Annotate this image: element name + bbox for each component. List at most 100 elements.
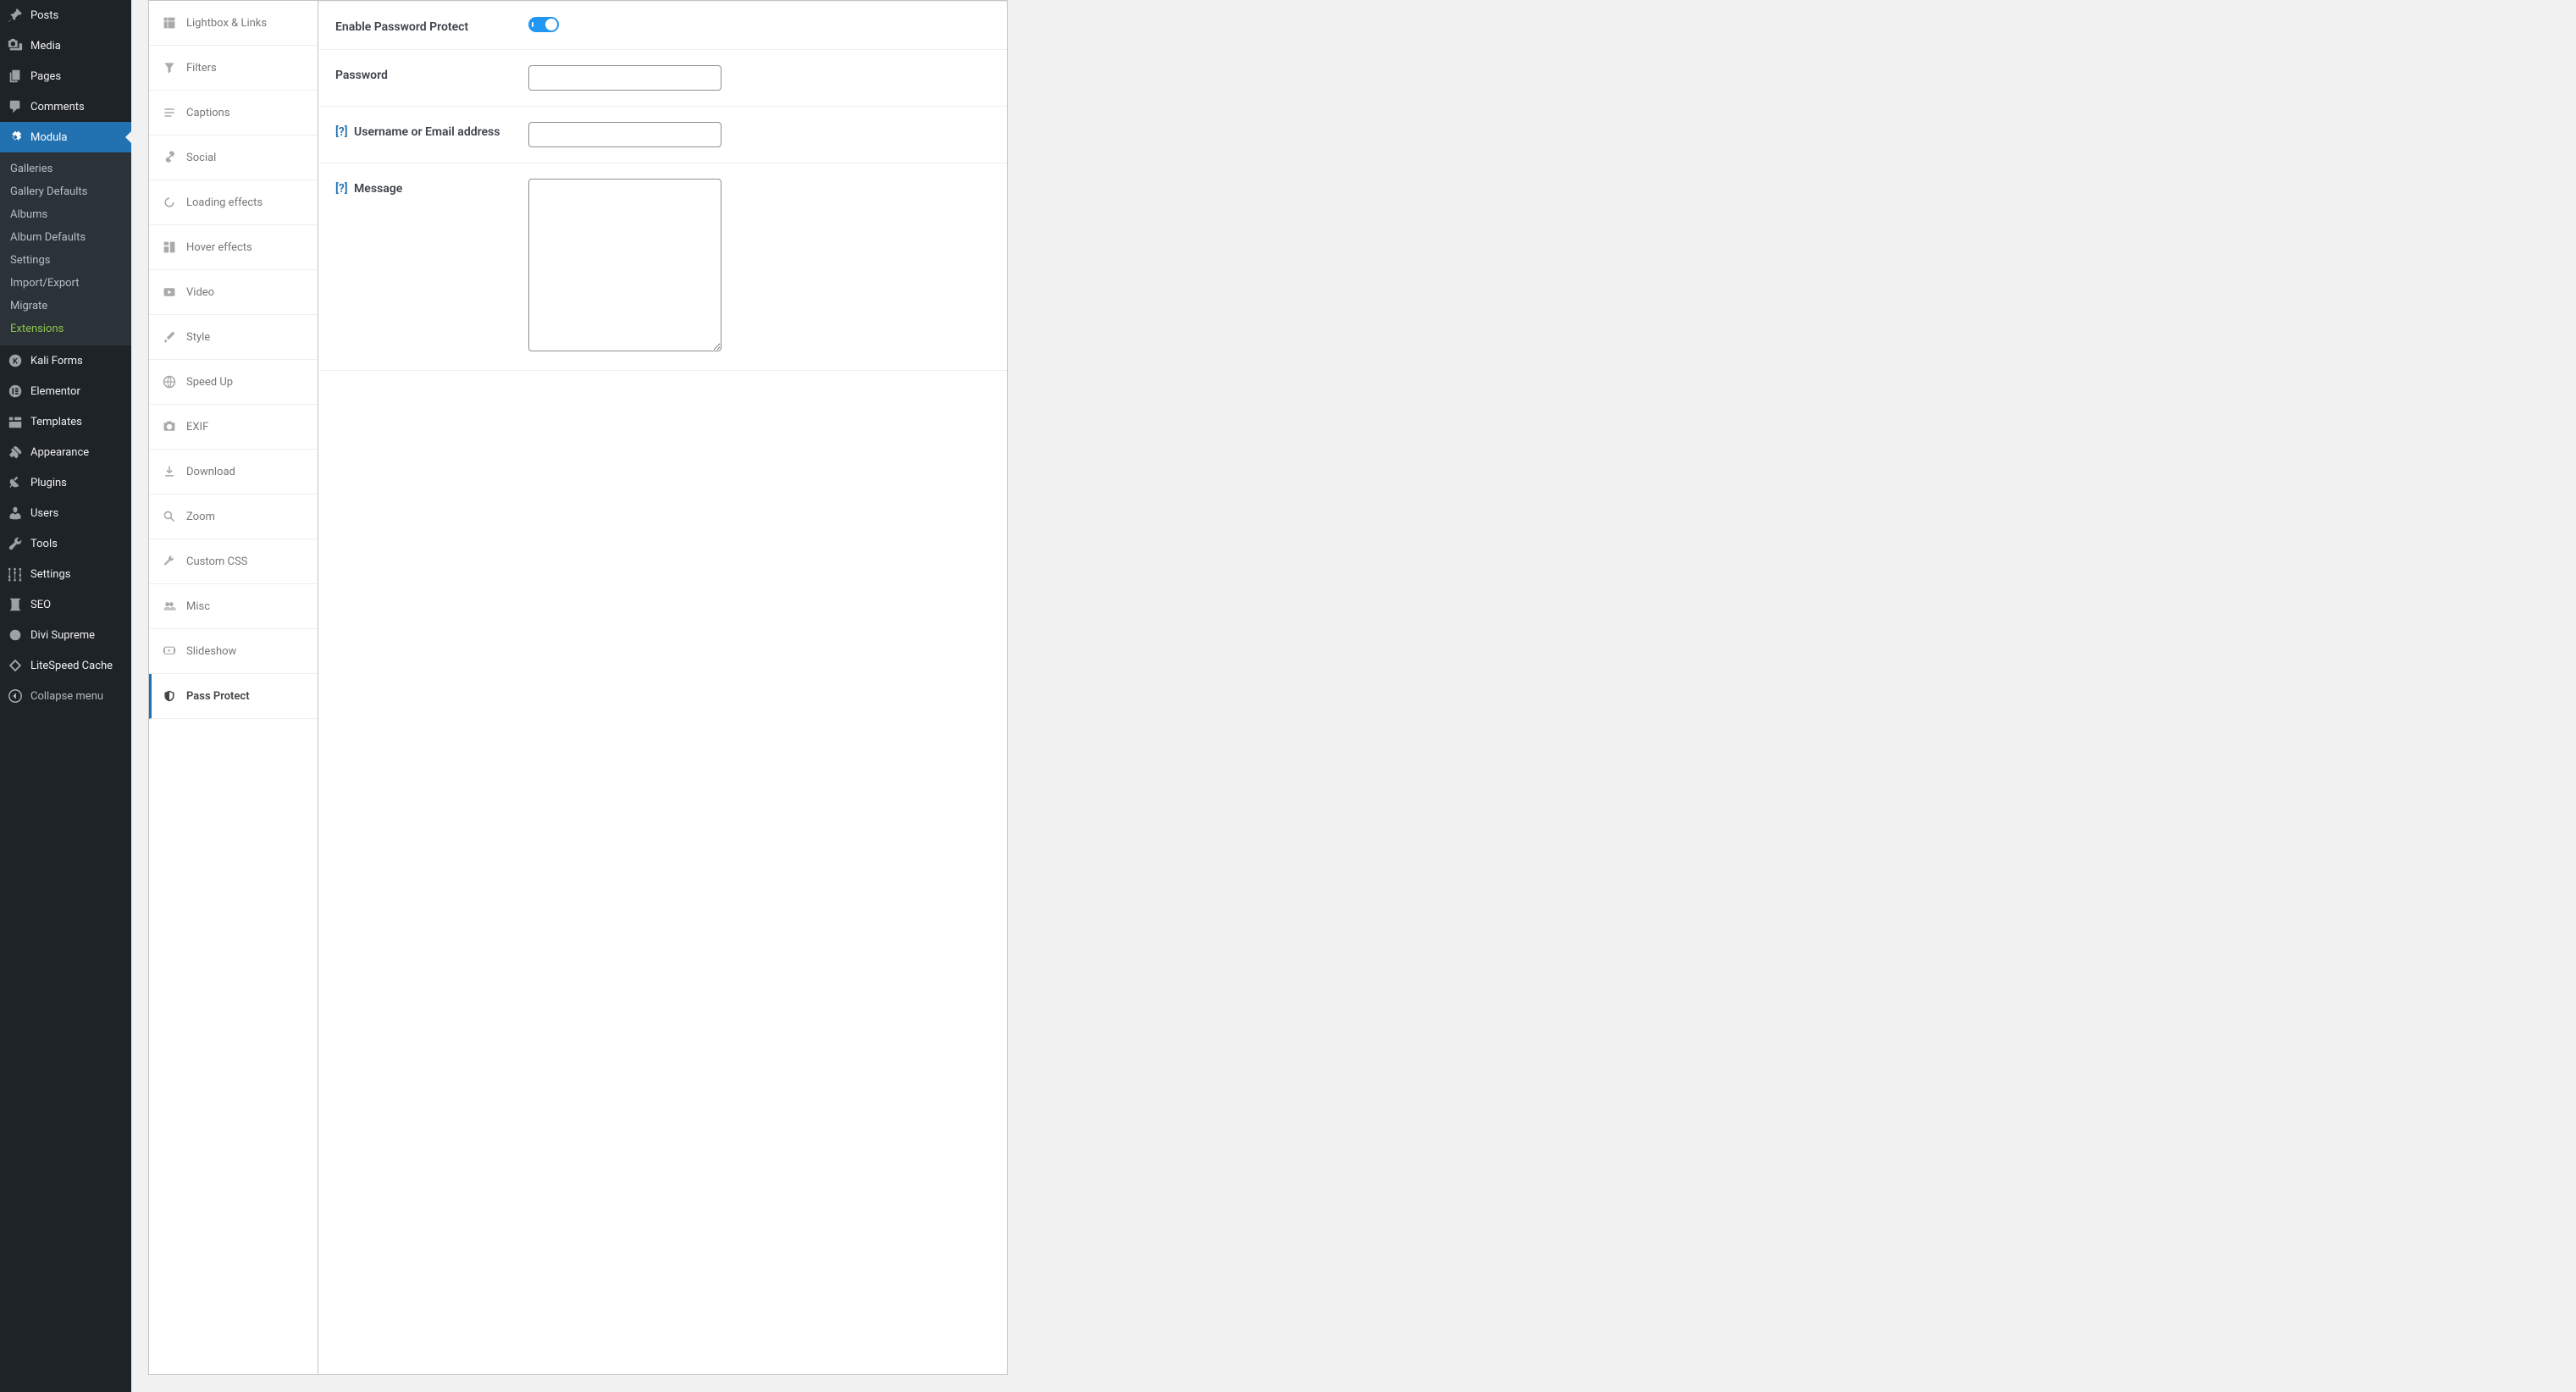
menu-label: Modula: [30, 131, 68, 144]
submenu-extensions[interactable]: Extensions: [0, 318, 131, 340]
submenu-album-defaults[interactable]: Album Defaults: [0, 226, 131, 249]
submenu-import-export[interactable]: Import/Export: [0, 272, 131, 295]
globe-icon: [161, 373, 178, 390]
tab-label: Style: [186, 331, 210, 344]
menu-elementor[interactable]: Elementor: [0, 376, 131, 406]
label-username: Username or Email address: [354, 125, 500, 139]
menu-label: Templates: [30, 416, 82, 428]
tab-exif[interactable]: EXIF: [149, 405, 318, 450]
tab-label: Custom CSS: [186, 555, 247, 568]
submenu-settings[interactable]: Settings: [0, 249, 131, 272]
menu-posts[interactable]: Posts: [0, 0, 131, 30]
tab-pass-protect[interactable]: Pass Protect: [149, 674, 318, 719]
menu-label: Media: [30, 40, 61, 52]
modula-submenu: Galleries Gallery Defaults Albums Album …: [0, 152, 131, 345]
sliders-icon: [7, 566, 24, 583]
collapse-icon: [7, 688, 24, 704]
tab-loading-effects[interactable]: Loading effects: [149, 180, 318, 225]
menu-label: Appearance: [30, 446, 89, 459]
search-icon: [161, 508, 178, 525]
help-message[interactable]: [?]: [335, 182, 348, 196]
menu-pages[interactable]: Pages: [0, 61, 131, 91]
menu-users[interactable]: Users: [0, 498, 131, 528]
tab-label: Lightbox & Links: [186, 17, 267, 30]
tab-label: Slideshow: [186, 645, 236, 658]
submenu-migrate[interactable]: Migrate: [0, 295, 131, 318]
seo-icon: [7, 596, 24, 613]
menu-litespeed[interactable]: LiteSpeed Cache: [0, 650, 131, 681]
help-username[interactable]: [?]: [335, 125, 348, 139]
slideshow-icon: [161, 643, 178, 660]
tab-filters[interactable]: Filters: [149, 46, 318, 91]
comment-icon: [7, 98, 24, 115]
svg-text:K: K: [13, 358, 18, 367]
menu-kali-forms[interactable]: K Kali Forms: [0, 345, 131, 376]
tab-label: Zoom: [186, 511, 215, 523]
tab-zoom[interactable]: Zoom: [149, 494, 318, 539]
refresh-icon: [161, 194, 178, 211]
elementor-icon: [7, 383, 24, 400]
media-icon: [7, 37, 24, 54]
menu-divi-supreme[interactable]: Divi Supreme: [0, 620, 131, 650]
tab-custom-css[interactable]: Custom CSS: [149, 539, 318, 584]
wrench-icon: [161, 553, 178, 570]
menu-media[interactable]: Media: [0, 30, 131, 61]
lines-icon: [161, 104, 178, 121]
brush-icon: [7, 444, 24, 461]
collapse-menu[interactable]: Collapse menu: [0, 681, 131, 711]
menu-tools[interactable]: Tools: [0, 528, 131, 559]
menu-label: LiteSpeed Cache: [30, 660, 113, 672]
toggle-enable-password-protect[interactable]: [528, 17, 559, 32]
submenu-gallery-defaults[interactable]: Gallery Defaults: [0, 180, 131, 203]
menu-label: Elementor: [30, 385, 80, 398]
row-username: [?] Username or Email address: [318, 107, 1007, 163]
tab-label: Captions: [186, 107, 230, 119]
tab-slideshow[interactable]: Slideshow: [149, 629, 318, 674]
tab-misc[interactable]: Misc: [149, 584, 318, 629]
menu-templates[interactable]: Templates: [0, 406, 131, 437]
play-icon: [161, 284, 178, 301]
tab-hover-effects[interactable]: Hover effects: [149, 225, 318, 270]
tab-video[interactable]: Video: [149, 270, 318, 315]
menu-label: Plugins: [30, 477, 67, 489]
tab-download[interactable]: Download: [149, 450, 318, 494]
menu-seo[interactable]: SEO: [0, 589, 131, 620]
tab-captions[interactable]: Captions: [149, 91, 318, 135]
tab-label: Social: [186, 152, 216, 164]
wrench-icon: [7, 535, 24, 552]
menu-settings[interactable]: Settings: [0, 559, 131, 589]
menu-label: Posts: [30, 9, 58, 22]
menu-comments[interactable]: Comments: [0, 91, 131, 122]
tab-speed-up[interactable]: Speed Up: [149, 360, 318, 405]
row-message: [?] Message: [318, 163, 1007, 371]
label-password: Password: [335, 65, 513, 82]
submenu-albums[interactable]: Albums: [0, 203, 131, 226]
user-icon: [7, 505, 24, 522]
tab-label: Loading effects: [186, 196, 263, 209]
tab-label: Misc: [186, 600, 210, 613]
modula-icon: [7, 129, 24, 146]
row-password: Password: [318, 50, 1007, 107]
wp-admin-sidebar: Posts Media Pages Comments Modula Galler…: [0, 0, 131, 1392]
message-textarea[interactable]: [528, 179, 721, 351]
tab-style[interactable]: Style: [149, 315, 318, 360]
menu-modula[interactable]: Modula: [0, 122, 131, 152]
tab-lightbox-links[interactable]: Lightbox & Links: [149, 1, 318, 46]
plugin-icon: [7, 474, 24, 491]
menu-plugins[interactable]: Plugins: [0, 467, 131, 498]
username-input[interactable]: [528, 122, 721, 147]
label-enable: Enable Password Protect: [335, 17, 513, 34]
tab-label: Hover effects: [186, 241, 252, 254]
tab-social[interactable]: Social: [149, 135, 318, 180]
pin-icon: [7, 7, 24, 24]
submenu-galleries[interactable]: Galleries: [0, 157, 131, 180]
litespeed-icon: [7, 657, 24, 674]
tab-label: Filters: [186, 62, 217, 75]
menu-label: Settings: [30, 568, 70, 581]
password-input[interactable]: [528, 65, 721, 91]
menu-appearance[interactable]: Appearance: [0, 437, 131, 467]
people-icon: [161, 598, 178, 615]
menu-label: Users: [30, 507, 58, 520]
camera-icon: [161, 418, 178, 435]
page-icon: [7, 68, 24, 85]
